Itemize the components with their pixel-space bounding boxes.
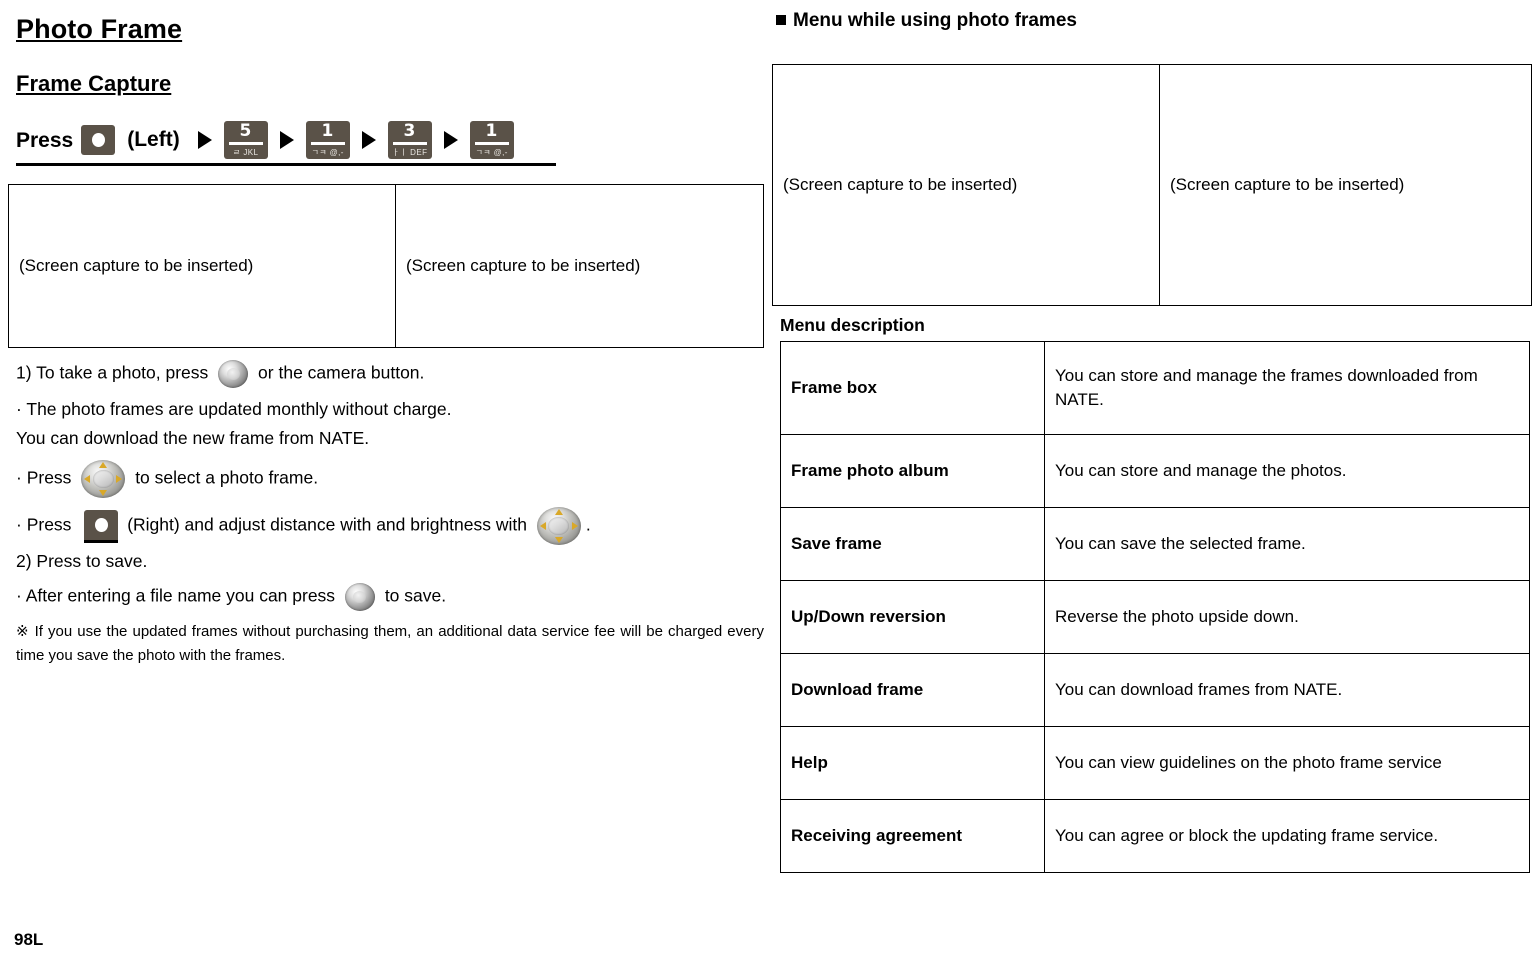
menu-name-frame-photo-album: Frame photo album [780,434,1045,508]
select-text-b: to select a photo frame. [135,467,319,488]
nav-center-icon [92,470,114,488]
right-text-c: . [585,514,591,535]
right-text-a: · Press [16,514,72,535]
left-capture-table: (Screen capture to be inserted) (Screen … [8,184,764,348]
table-row: Frame photo album You can store and mana… [780,434,1530,508]
save-text-a: · After entering a file name you can pre… [16,585,336,606]
table-row: Up/Down reversion Reverse the photo upsi… [780,580,1530,654]
instruction-save: · After entering a file name you can pre… [16,583,764,611]
menu-name-save-frame: Save frame [780,507,1045,581]
capture-cell-2: (Screen capture to be inserted) [395,184,764,348]
menu-desc-download-frame: You can download frames from NATE. [1044,653,1530,727]
table-row: Save frame You can save the selected fra… [780,507,1530,581]
table-row: (Screen capture to be inserted) (Screen … [8,184,764,348]
navigation-key-icon-1 [81,460,126,498]
keypad-1b-sub: ㄱㅋ @,- [475,148,508,157]
menu-desc-save-frame: You can save the selected frame. [1044,507,1530,581]
ok-key-icon-2 [344,583,375,611]
nav2-down-arrow-icon [554,537,563,543]
right-capture-cell-1: (Screen capture to be inserted) [772,64,1160,306]
keypad-1b-digit: 1 [485,121,498,141]
keypad-1b-bar [474,142,509,145]
table-row: Frame box You can store and manage the f… [780,341,1530,435]
keypad-5-bar [228,142,263,145]
instruction-select-frame: · Press to select a photo frame. [16,460,764,498]
instruction-update-1: · The photo frames are updated monthly w… [16,399,452,419]
menu-name-help: Help [780,726,1045,800]
arrow-right-icon-3 [361,131,376,149]
menu-description-label: Menu description [780,315,925,335]
keypad-5-icon: 5 ㄹ JKL [223,121,268,159]
keypad-1-sub: ㄱㅋ @,- [311,148,344,157]
table-row: Receiving agreement You can agree or blo… [780,799,1530,873]
manual-page: Photo Frame Frame Capture Press (Left) 5… [0,0,1540,976]
menu-desc-frame-photo-album: You can store and manage the photos. [1044,434,1530,508]
menu-desc-receiving-agreement: You can agree or block the updating fram… [1044,799,1530,873]
instructions-block: 1) To take a photo, press or the camera … [16,360,764,668]
section-title: Frame Capture [16,71,172,96]
keypad-5-sub: ㄹ JKL [233,148,259,157]
instruction-step-1: 1) To take a photo, press or the camera … [16,360,764,388]
ok-key-icon-1 [218,360,249,388]
navigation-key-icon-2 [536,507,581,545]
press-label: Press [16,128,74,152]
right-panel-heading: Menu while using photo frames [776,6,1532,32]
nav2-left-arrow-icon [539,522,546,530]
page-footer: 98L [14,930,44,949]
menu-desc-frame-box: You can store and manage the frames down… [1044,341,1530,435]
bullet-square-icon [776,15,786,25]
menu-name-receiving-agreement: Receiving agreement [780,799,1045,873]
nav-left-arrow-icon [84,475,91,483]
left-soft-label: (Left) [127,128,180,151]
nav2-center-icon [548,517,570,535]
keypad-3-icon: 3 ㅏㅣ DEF [387,121,432,159]
softkey-left-icon [81,125,116,155]
instruction-right-key: · Press (Right) and adjust distance with… [16,507,764,545]
press-sequence: Press (Left) 5 ㄹ JKL 1 ㄱㅋ @,- 3 ㅏㅣ DEF 1… [16,119,556,166]
menu-name-download-frame: Download frame [780,653,1045,727]
right-capture-cell-2: (Screen capture to be inserted) [1159,64,1532,306]
keypad-1b-icon: 1 ㄱㅋ @,- [469,121,514,159]
arrow-right-icon-4 [443,131,458,149]
right-panel-heading-text: Menu while using photo frames [793,10,1077,31]
step1-text-a: 1) To take a photo, press [16,362,209,383]
menu-desc-help: You can view guidelines on the photo fra… [1044,726,1530,800]
softkey-right-icon [84,509,119,543]
save-text-b: to save. [384,585,447,606]
menu-name-up-down-reversion: Up/Down reversion [780,580,1045,654]
nav-right-arrow-icon [116,475,123,483]
right-text-b: (Right) and adjust distance with and bri… [127,514,527,535]
keypad-1-bar [310,142,345,145]
arrow-right-icon-2 [279,131,294,149]
nav-up-arrow-icon [99,462,108,468]
capture-cell-1: (Screen capture to be inserted) [8,184,396,348]
keypad-1-icon: 1 ㄱㅋ @,- [305,121,350,159]
instruction-step-2: 2) Press to save. [16,551,148,571]
nav-down-arrow-icon [99,490,108,496]
table-row: Help You can view guidelines on the phot… [780,726,1530,800]
right-capture-table: (Screen capture to be inserted) (Screen … [772,64,1532,306]
keypad-3-sub: ㅏㅣ DEF [392,148,428,157]
step1-text-b: or the camera button. [258,362,425,383]
keypad-1-digit: 1 [321,121,334,141]
keypad-3-bar [392,142,427,145]
instruction-update-2: You can download the new frame from NATE… [16,428,370,448]
table-row: Download frame You can download frames f… [780,653,1530,727]
instruction-note: ※ If you use the updated frames without … [16,623,764,664]
left-column: Photo Frame Frame Capture Press (Left) 5… [8,0,764,900]
keypad-5-digit: 5 [239,121,252,141]
select-text-a: · Press [16,467,72,488]
menu-description-table: Frame box You can store and manage the f… [780,341,1530,873]
keypad-3-digit: 3 [403,121,416,141]
menu-name-frame-box: Frame box [780,341,1045,435]
nav2-right-arrow-icon [571,522,578,530]
arrow-right-icon-1 [197,131,212,149]
menu-desc-up-down-reversion: Reverse the photo upside down. [1044,580,1530,654]
nav2-up-arrow-icon [554,509,563,515]
table-row: (Screen capture to be inserted) (Screen … [772,64,1532,306]
right-column: Menu while using photo frames (Screen ca… [772,0,1532,900]
page-title: Photo Frame [16,14,183,44]
